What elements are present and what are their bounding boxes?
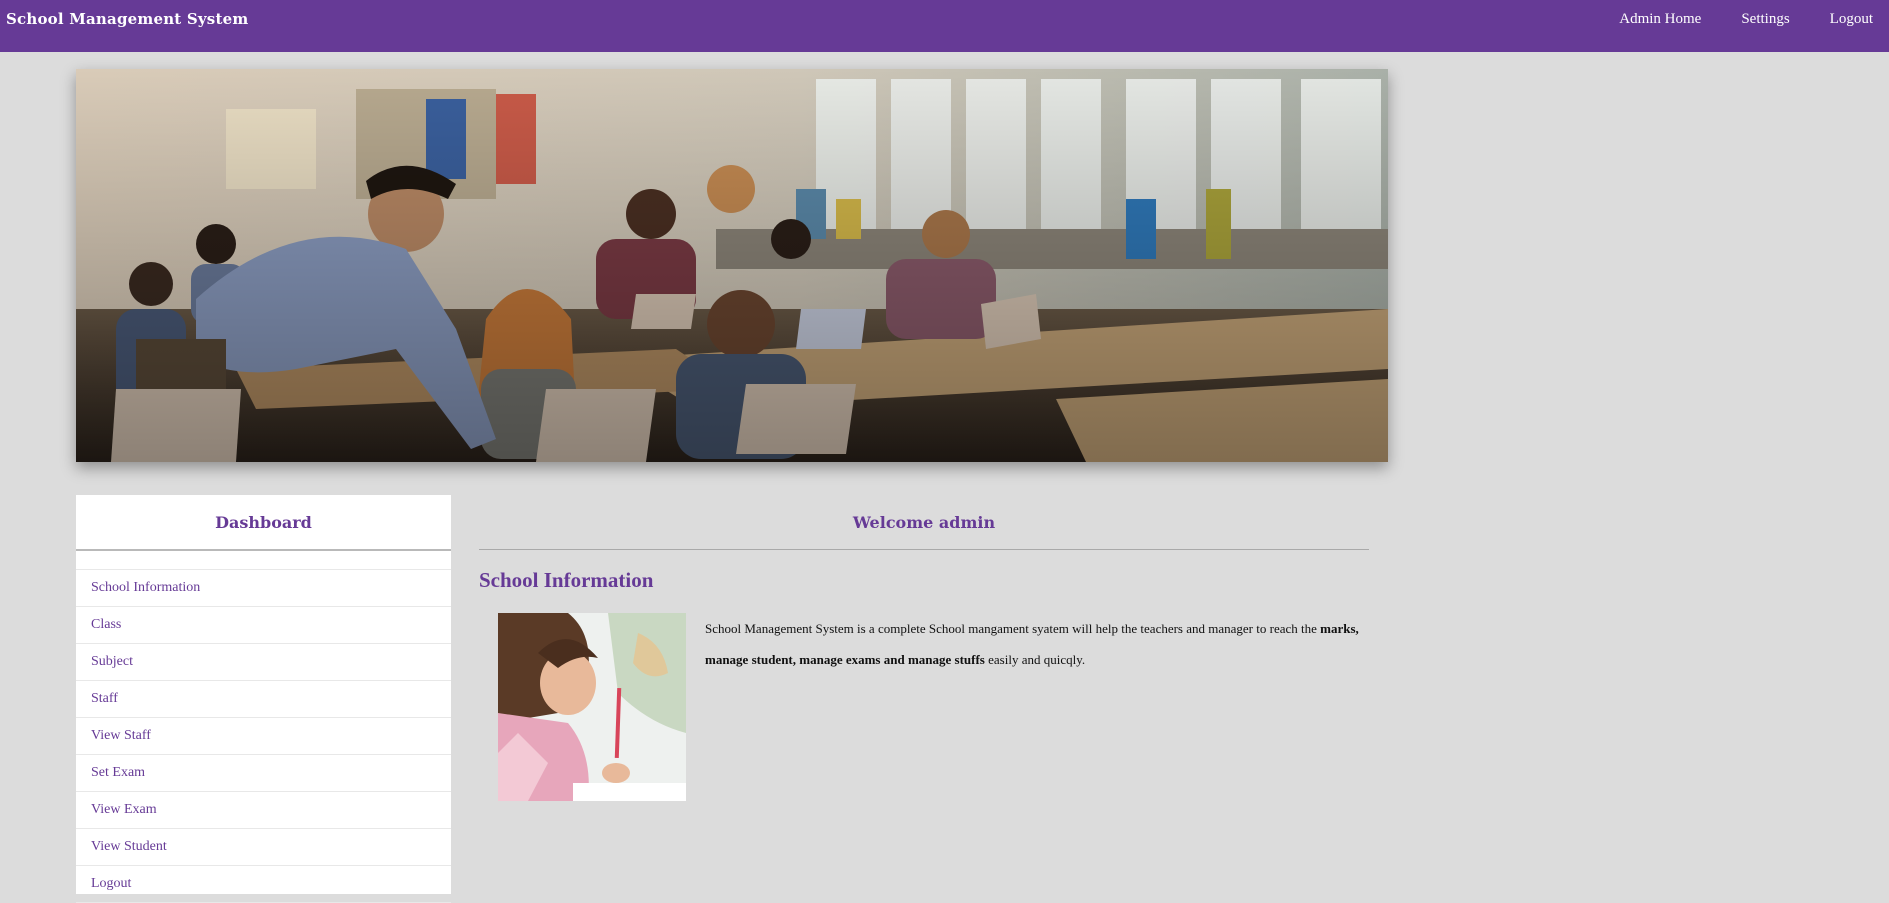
sidebar-item-label[interactable]: View Exam <box>91 802 157 818</box>
sidebar-item-subject[interactable]: Subject <box>76 644 451 681</box>
admin-home-link[interactable]: Admin Home <box>1599 0 1721 40</box>
sidebar-item-label[interactable]: View Student <box>91 839 167 855</box>
sidebar-item-class[interactable]: Class <box>76 607 451 644</box>
sidebar-title: Dashboard <box>76 495 451 551</box>
sidebar-item-label[interactable]: View Staff <box>91 728 151 744</box>
sidebar-item-view-student[interactable]: View Student <box>76 829 451 866</box>
dashboard-sidebar: Dashboard School Information Class Subje… <box>76 495 451 903</box>
sidebar-item-label[interactable]: School Information <box>91 580 200 596</box>
sidebar-item-label[interactable]: Logout <box>91 876 131 892</box>
top-navbar: School Management System Admin Home Sett… <box>0 0 1889 52</box>
sidebar-item-label[interactable]: Class <box>91 617 121 633</box>
sidebar-item-view-exam[interactable]: View Exam <box>76 792 451 829</box>
main-content: Welcome admin School Information School … <box>479 495 1369 801</box>
info-text-part1: School Management System is a complete S… <box>705 621 1321 636</box>
student-writing-image <box>498 613 686 801</box>
section-title: School Information <box>479 568 654 592</box>
sidebar-item-view-staff[interactable]: View Staff <box>76 718 451 755</box>
info-text-part2: easily and quicqly. <box>984 652 1086 667</box>
classroom-banner-image <box>76 69 1388 462</box>
settings-link[interactable]: Settings <box>1721 0 1809 40</box>
sidebar-item-set-exam[interactable]: Set Exam <box>76 755 451 792</box>
logout-link[interactable]: Logout <box>1810 0 1889 40</box>
sidebar-item-label[interactable]: Subject <box>91 654 133 670</box>
top-nav-links: Admin Home Settings Logout <box>1599 0 1889 40</box>
sidebar-item-label[interactable]: Staff <box>91 691 118 707</box>
app-title[interactable]: School Management System <box>6 10 248 28</box>
school-info-text: School Management System is a complete S… <box>705 613 1375 675</box>
sidebar-item-label[interactable]: Set Exam <box>91 765 145 781</box>
welcome-heading: Welcome admin <box>479 495 1369 550</box>
sidebar-item-logout[interactable]: Logout <box>76 866 451 903</box>
sidebar-menu: School Information Class Subject Staff V… <box>76 569 451 903</box>
sidebar-item-staff[interactable]: Staff <box>76 681 451 718</box>
sidebar-item-school-information[interactable]: School Information <box>76 570 451 607</box>
